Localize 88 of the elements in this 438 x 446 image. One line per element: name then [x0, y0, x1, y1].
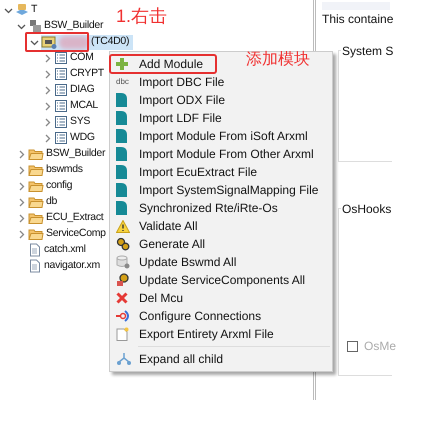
collapsed-chevron-icon[interactable]	[17, 230, 26, 238]
menu-item[interactable]: Export Entirety Arxml File	[110, 325, 332, 343]
collapsed-chevron-icon[interactable]	[43, 86, 52, 94]
list-icon	[54, 115, 68, 129]
document-icon	[116, 129, 127, 143]
document-icon	[116, 147, 127, 161]
warning-icon	[116, 220, 130, 232]
database-icon	[116, 255, 130, 269]
menu-item[interactable]: Update ServiceComponents All	[110, 271, 332, 289]
menu-item[interactable]: Import LDF File	[110, 109, 332, 127]
tree-item[interactable]: MCAL	[54, 98, 102, 114]
list-icon	[54, 99, 68, 113]
tree-item[interactable]: (TC4D0)	[41, 34, 134, 50]
file-icon	[28, 259, 42, 273]
project-icon	[15, 3, 29, 17]
tree-item[interactable]: ECU_Extract	[28, 210, 108, 226]
tree-item[interactable]: COM	[54, 50, 98, 66]
tree-item[interactable]: config	[28, 178, 76, 194]
menu-item[interactable]: Validate All	[110, 217, 332, 235]
tree-item[interactable]: T	[15, 2, 42, 18]
tree-item[interactable]: CRYPT	[54, 66, 108, 82]
list-icon	[54, 51, 68, 65]
tree-item[interactable]: bswmds	[28, 162, 87, 178]
document-star-icon	[116, 327, 129, 341]
document-icon	[116, 165, 127, 179]
menu-item[interactable]: Expand all child	[110, 350, 332, 368]
annotation-text: 1.右击	[116, 5, 168, 28]
collapsed-chevron-icon[interactable]	[43, 54, 52, 62]
document-icon	[116, 201, 127, 215]
folder-icon	[28, 147, 44, 161]
folder-icon	[28, 179, 44, 193]
menu-item[interactable]: Generate All	[110, 235, 332, 253]
menu-item[interactable]: Synchronized Rte/iRte-Os	[110, 199, 332, 217]
collapsed-chevron-icon[interactable]	[17, 150, 26, 158]
description-text: This containe	[322, 11, 394, 28]
plus-icon	[116, 58, 128, 70]
highlight-frame	[25, 32, 89, 52]
menu-item[interactable]: Configure Connections	[110, 307, 332, 325]
menu-item[interactable]: Import SystemSignalMapping File	[110, 181, 332, 199]
tree-item[interactable]: BSW_Builder	[28, 146, 110, 162]
folder-icon	[28, 227, 44, 241]
list-icon	[54, 131, 68, 145]
menu-item[interactable]: Import EcuExtract File	[110, 163, 332, 181]
tree-item[interactable]: ServiceComp	[28, 226, 110, 242]
dbc-icon: dbc	[116, 78, 129, 86]
tree-item[interactable]: SYS	[54, 114, 94, 130]
menu-item[interactable]: Import Module From Other Arxml	[110, 145, 332, 163]
tree-item[interactable]: navigator.xm	[28, 258, 104, 274]
menu-item[interactable]: dbc Import DBC File	[110, 73, 332, 91]
tree-item[interactable]: catch.xml	[28, 242, 90, 258]
collapsed-chevron-icon[interactable]	[17, 214, 26, 222]
collapsed-chevron-icon[interactable]	[43, 102, 52, 110]
branch-icon	[116, 352, 132, 366]
collapsed-chevron-icon[interactable]	[17, 198, 26, 206]
document-icon	[116, 111, 127, 125]
menu-item[interactable]: Add Module	[110, 55, 216, 73]
tree-item[interactable]: BSW_Builder	[28, 18, 108, 34]
collapsed-chevron-icon[interactable]	[43, 118, 52, 126]
file-icon	[28, 243, 42, 257]
folder-icon	[28, 211, 44, 225]
expanded-chevron-icon[interactable]	[17, 22, 26, 30]
collapsed-chevron-icon[interactable]	[43, 134, 52, 142]
tree-item[interactable]: WDG	[54, 130, 99, 146]
package-icon	[28, 19, 42, 33]
folder-icon	[28, 163, 44, 177]
menu-item[interactable]: Del Mcu	[110, 289, 332, 307]
folder-icon	[28, 195, 44, 209]
gear-box-icon	[116, 273, 130, 287]
checkbox-label: OsMe	[364, 338, 396, 355]
menu-item[interactable]: Update Bswmd All	[110, 253, 332, 271]
close-icon	[116, 292, 128, 304]
connector-icon	[116, 310, 132, 322]
menu-item[interactable]: Import Module From iSoft Arxml	[110, 127, 332, 145]
collapsed-chevron-icon[interactable]	[17, 166, 26, 174]
document-icon	[116, 183, 127, 197]
collapsed-chevron-icon[interactable]	[17, 182, 26, 190]
tree-item[interactable]: DIAG	[54, 82, 98, 98]
chip-icon	[41, 35, 57, 49]
collapsed-chevron-icon[interactable]	[43, 70, 52, 78]
document-icon	[116, 93, 127, 107]
list-icon	[54, 67, 68, 81]
menu-item[interactable]: Import ODX File	[110, 91, 332, 109]
gears-icon	[116, 237, 130, 251]
expanded-chevron-icon[interactable]	[30, 38, 39, 46]
expanded-chevron-icon[interactable]	[4, 6, 13, 14]
list-icon	[54, 83, 68, 97]
tree-item[interactable]: db	[28, 194, 62, 210]
annotation-text: 添加模块	[246, 50, 310, 70]
